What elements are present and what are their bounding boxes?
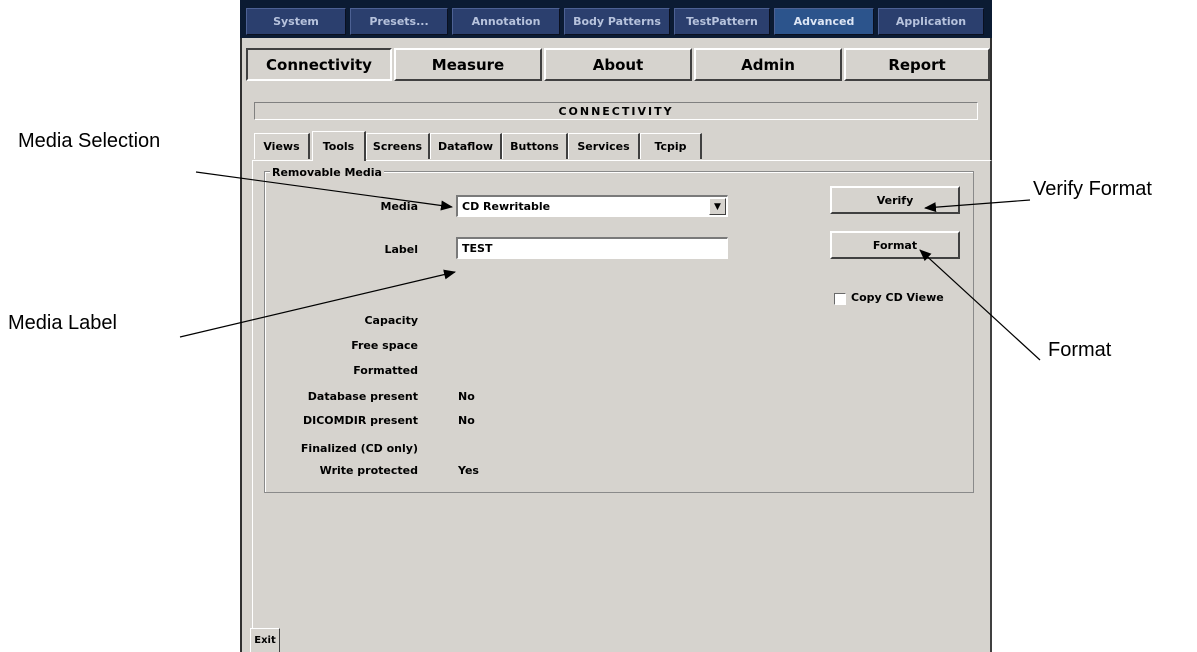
tab-tools[interactable]: Tools [312,131,366,161]
arrow-media-label [179,269,456,338]
arrow-media-selection [195,171,453,211]
arrow-verify-format [924,199,1031,213]
callout-arrows [179,171,1041,361]
arrow-format [919,249,1041,361]
